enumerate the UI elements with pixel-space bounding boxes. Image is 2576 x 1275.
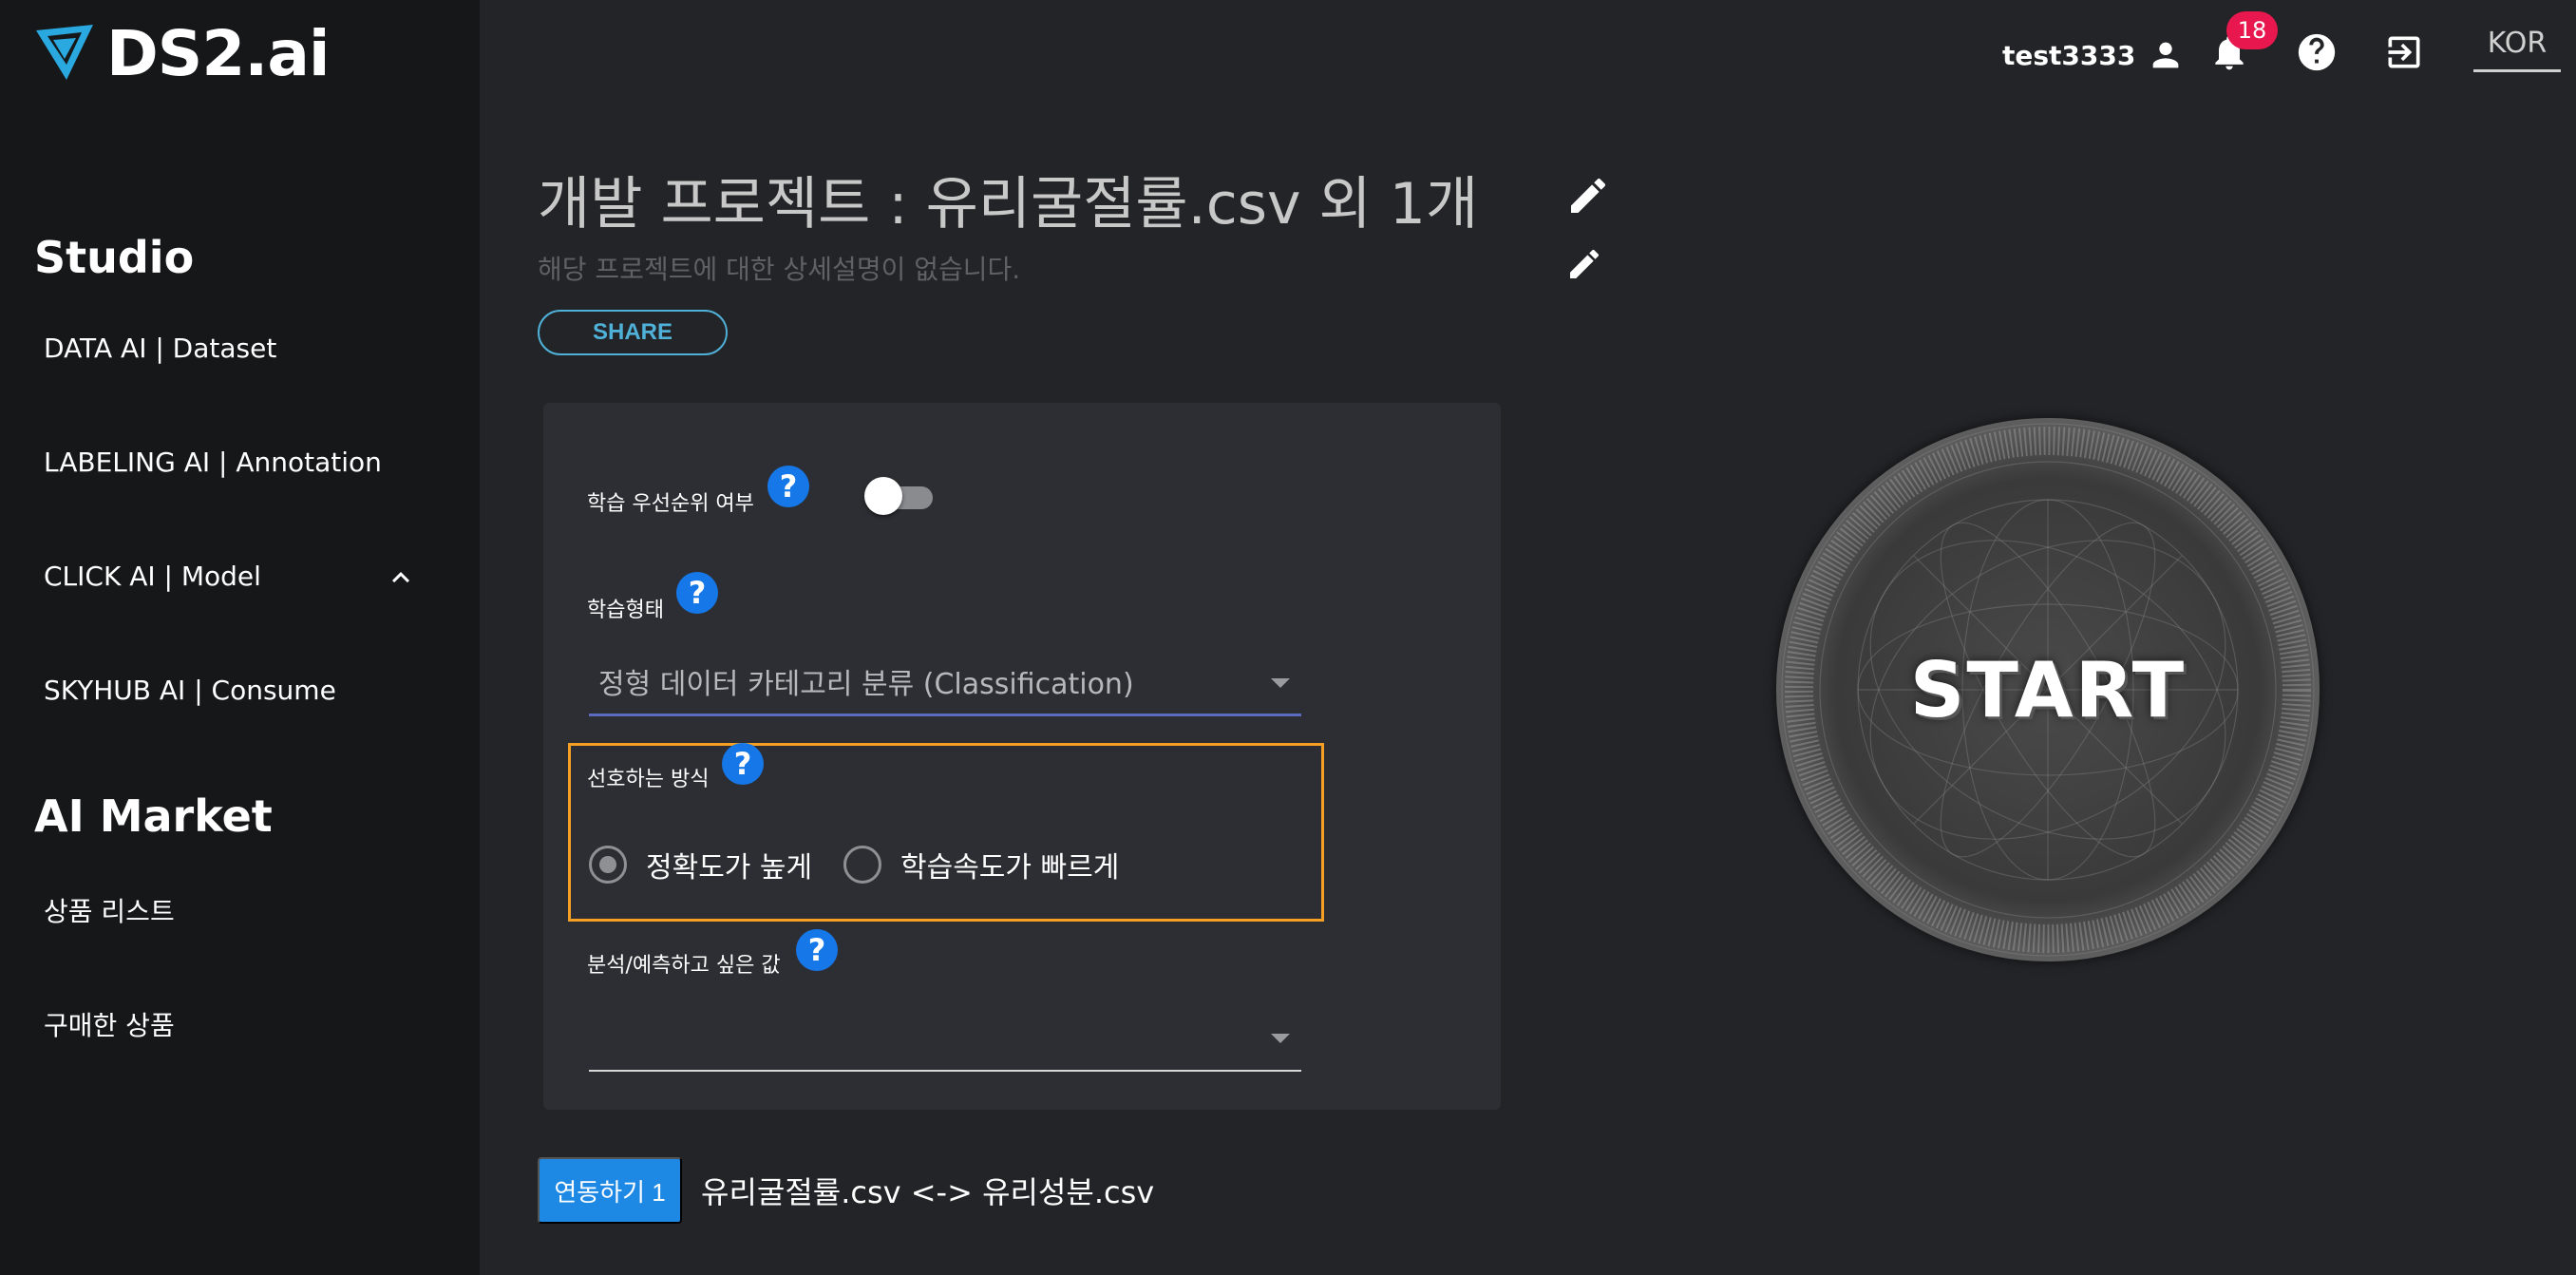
dropdown-arrow-icon (1271, 678, 1290, 688)
training-type-value: 정형 데이터 카테고리 분류 (Classification) (598, 667, 1134, 701)
priority-help-icon[interactable]: ? (767, 466, 809, 507)
sidebar-item-labeling-ai[interactable]: LABELING AI | Annotation (44, 447, 382, 478)
radio-speed[interactable]: 학습속도가 빠르게 (843, 844, 1119, 885)
username: test3333 (2002, 39, 2136, 71)
preference-label: 선호하는 방식 (587, 768, 710, 791)
share-button[interactable]: SHARE (538, 310, 728, 355)
logo[interactable]: DS2.ai (34, 16, 330, 90)
sidebar-item-purchased[interactable]: 구매한 상품 (44, 1005, 175, 1043)
help-button[interactable] (2293, 29, 2340, 76)
edit-description-icon[interactable] (1565, 245, 1603, 283)
radio-accuracy-label: 정확도가 높게 (646, 851, 813, 885)
link-button[interactable]: 연동하기 1 (538, 1157, 682, 1224)
notification-badge: 18 (2226, 11, 2278, 49)
page-title: 개발 프로젝트 : 유리굴절률.csv 외 1개 (538, 171, 1479, 238)
person-icon (2153, 42, 2179, 68)
radio-unchecked-icon (843, 846, 881, 884)
start-button[interactable]: START (1776, 418, 2320, 961)
brand-name: DS2.ai (106, 16, 330, 90)
training-type-select[interactable]: 정형 데이터 카테고리 분류 (Classification) (589, 648, 1301, 716)
edit-title-icon[interactable] (1565, 173, 1611, 219)
help-circle-icon (2298, 33, 2336, 71)
training-type-label: 학습형태 (587, 599, 664, 622)
training-type-help-icon[interactable]: ? (676, 572, 718, 614)
logout-button[interactable] (2380, 29, 2428, 76)
sidebar: DS2.ai Studio DATA AI | Dataset LABELING… (0, 0, 480, 1275)
radio-speed-label: 학습속도가 빠르게 (900, 851, 1120, 885)
exit-icon (2388, 36, 2420, 68)
radio-accuracy[interactable]: 정확도가 높게 (589, 844, 812, 885)
toggle-thumb (864, 477, 902, 515)
sidebar-item-click-ai[interactable]: CLICK AI | Model (44, 561, 261, 592)
sidebar-item-skyhub-ai[interactable]: SKYHUB AI | Consume (44, 675, 336, 706)
preference-help-icon[interactable]: ? (722, 743, 764, 785)
ds2-logo-icon (36, 25, 93, 80)
studio-title: Studio (34, 232, 195, 283)
link-description: 유리굴절률.csv <-> 유리성분.csv (701, 1174, 1155, 1210)
chevron-up-icon[interactable] (384, 561, 418, 595)
target-label: 분석/예측하고 싶은 값 (587, 954, 781, 978)
start-label: START (1909, 645, 2187, 734)
priority-label: 학습 우선순위 여부 (587, 492, 754, 516)
sidebar-item-data-ai[interactable]: DATA AI | Dataset (44, 333, 276, 364)
target-select[interactable] (589, 1003, 1301, 1072)
user-menu[interactable]: test3333 (2002, 36, 2185, 74)
sidebar-item-product-list[interactable]: 상품 리스트 (44, 891, 175, 929)
dropdown-arrow-icon (1271, 1034, 1290, 1043)
project-description: 해당 프로젝트에 대한 상세설명이 없습니다. (538, 254, 1021, 285)
priority-toggle[interactable] (864, 475, 937, 517)
target-help-icon[interactable]: ? (796, 929, 838, 971)
radio-checked-icon (589, 846, 627, 884)
ai-market-title: AI Market (34, 790, 273, 842)
language-selector[interactable]: KOR (2473, 27, 2561, 72)
